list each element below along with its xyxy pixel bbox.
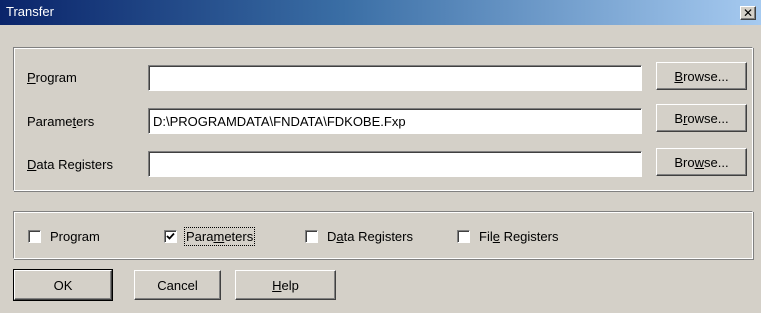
parameters-browse-button[interactable]: Br owse...: [656, 104, 747, 132]
file-registers-checkbox[interactable]: [457, 230, 470, 243]
data-registers-label: Data Registers: [27, 157, 113, 172]
file-registers-checkbox-label[interactable]: File Registers: [479, 229, 558, 244]
cancel-button[interactable]: Cancel: [134, 270, 221, 300]
data-registers-path-input[interactable]: [148, 151, 642, 177]
close-button[interactable]: ✕: [740, 6, 756, 20]
program-browse-button[interactable]: Browse...: [656, 62, 747, 90]
title-bar[interactable]: Transfer ✕: [0, 0, 761, 25]
program-checkbox-label[interactable]: Program: [50, 229, 100, 244]
checkmark-icon: [166, 232, 175, 240]
window-title: Transfer: [6, 4, 54, 19]
parameters-label: Parameters: [27, 114, 95, 129]
data-registers-checkbox[interactable]: [305, 230, 318, 243]
close-icon: ✕: [742, 6, 754, 20]
parameters-path-input[interactable]: D:\PROGRAMDATA\FNDATA\FDKOBE.Fxp: [148, 108, 642, 134]
ok-button[interactable]: OK: [13, 269, 113, 301]
program-path-input[interactable]: [148, 65, 642, 91]
parameters-checkbox[interactable]: [164, 230, 177, 243]
data-registers-checkbox-label[interactable]: Data Registers: [327, 229, 413, 244]
help-button[interactable]: Help: [235, 270, 336, 300]
program-checkbox[interactable]: [28, 230, 41, 243]
data-registers-browse-button[interactable]: Bro w se...: [656, 148, 747, 176]
parameters-checkbox-label[interactable]: Parameters: [183, 227, 256, 246]
program-label: Program: [27, 70, 77, 85]
